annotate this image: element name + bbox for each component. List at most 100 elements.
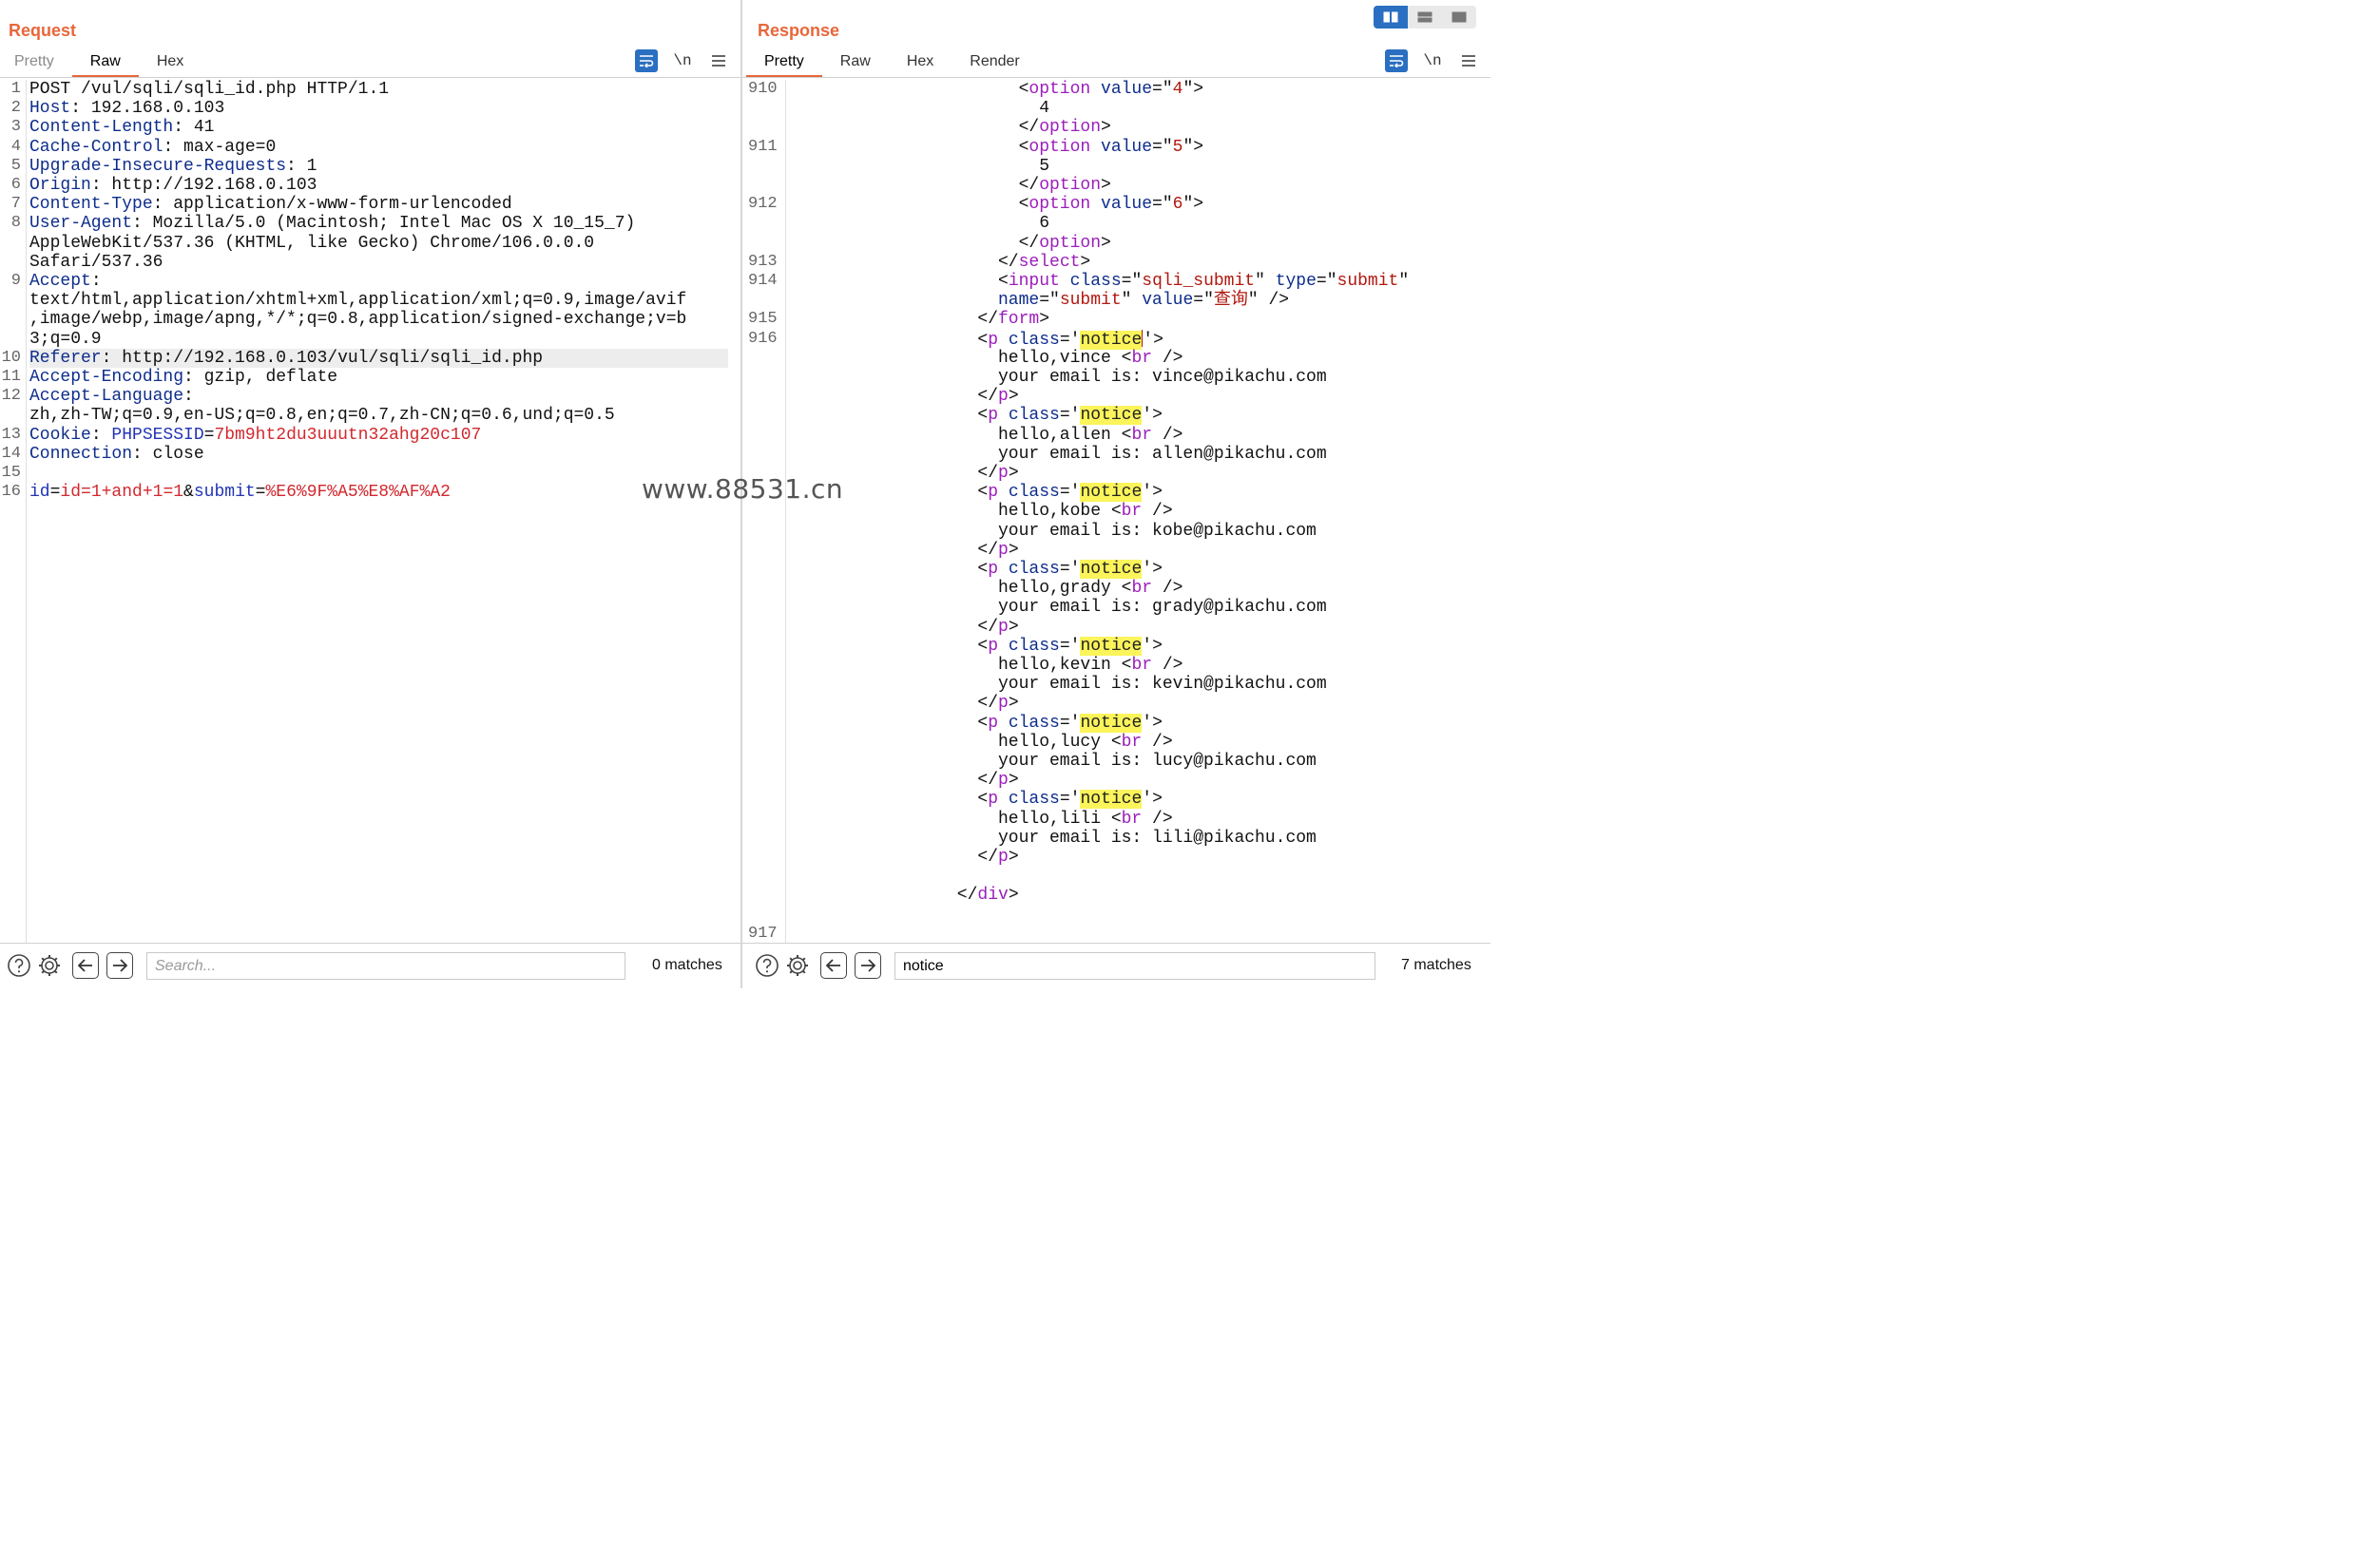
settings-gear-icon[interactable] (784, 952, 811, 979)
code-token: zh,zh-TW;q=0.9,en-US;q=0.8,en;q=0.7,zh-C… (29, 406, 615, 426)
code-token: input (1008, 272, 1060, 291)
code-token: =" (1152, 137, 1173, 157)
response-code[interactable]: <option value="4"> 4 </option> <option valu… (793, 80, 1479, 943)
response-toolbar: \n (1385, 49, 1480, 72)
stacked-layout-icon[interactable] (1408, 6, 1442, 29)
request-code[interactable]: POST /vul/sqli/sqli_id.php HTTP/1.1 Host:… (29, 80, 728, 943)
show-newlines-button[interactable]: \n (1421, 49, 1444, 72)
code-line: </p> (793, 694, 1479, 713)
search-previous-button[interactable] (72, 952, 99, 979)
code-line: ,image/webp,image/apng,*/*;q=0.8,applica… (29, 310, 728, 329)
help-icon[interactable] (6, 952, 32, 979)
code-token: '> (1142, 483, 1163, 503)
response-match-count: 7 matches (1401, 957, 1471, 973)
line-number: 16 (1, 483, 21, 502)
code-token: =" (1152, 195, 1173, 215)
code-token: sqli_submit (1142, 272, 1256, 291)
code-token: br (1131, 579, 1153, 599)
code-token: </ (977, 387, 998, 407)
response-editor[interactable]: 910911912913914915916917918 <option valu… (742, 80, 1490, 943)
line-number: 7 (10, 195, 21, 214)
tab-pretty[interactable]: Pretty (0, 48, 72, 77)
search-next-button[interactable] (106, 952, 133, 979)
code-token: name (998, 291, 1040, 311)
code-line: </p> (793, 771, 1479, 790)
code-token: 3;q=0.9 (29, 329, 102, 349)
search-previous-button[interactable] (820, 952, 847, 979)
request-pane: Request Pretty Raw Hex \n 1 2 3 4 5 6 7 8 9 10 11 12 1… (0, 0, 741, 988)
code-token: Host (29, 99, 71, 119)
line-number: 2 (10, 99, 21, 118)
code-line: 6 (793, 214, 1479, 233)
help-icon[interactable] (754, 952, 780, 979)
code-line: Cookie: PHPSESSID=7bm9ht2du3uuutn32ahg20… (29, 426, 728, 445)
word-wrap-icon[interactable] (635, 49, 658, 72)
single-pane-layout-icon[interactable] (1442, 6, 1476, 29)
line-number: 911 (748, 137, 778, 156)
code-token: </ (977, 848, 998, 867)
line-number: 916 (748, 329, 778, 348)
code-token: =' (1059, 406, 1081, 426)
code-line: </p> (793, 618, 1479, 637)
code-line: your email is: kevin@pikachu.com (793, 675, 1479, 694)
show-newlines-button[interactable]: \n (671, 49, 694, 72)
code-token: > (1008, 464, 1019, 483)
code-token: < (998, 272, 1009, 291)
code-line: <p class='notice'> (793, 483, 1479, 503)
code-token: =" (1152, 80, 1173, 99)
code-token: ,image/webp,image/apng,*/*;q=0.8,applica… (29, 310, 687, 330)
tab-hex[interactable]: Hex (139, 48, 202, 77)
code-token: class (1008, 406, 1060, 426)
word-wrap-icon[interactable] (1385, 49, 1408, 72)
code-token: > (1008, 886, 1019, 906)
code-token: "> (1182, 195, 1204, 215)
code-token: =" (1316, 272, 1337, 291)
request-search-input[interactable]: Search... (146, 952, 625, 980)
request-tabs: Pretty Raw Hex (0, 48, 202, 78)
code-token: = (203, 425, 215, 445)
tab-hex[interactable]: Hex (889, 48, 952, 77)
code-token: br (1121, 809, 1143, 829)
search-next-button[interactable] (855, 952, 881, 979)
code-token: =' (1059, 483, 1081, 503)
code-token: : Mozilla/5.0 (Macintosh; Intel Mac OS X… (132, 214, 636, 234)
code-token: < (1018, 195, 1029, 215)
code-token: Content-Length (29, 118, 174, 138)
line-number: 914 (748, 272, 778, 290)
tab-raw[interactable]: Raw (822, 48, 889, 77)
code-token: =' (1059, 636, 1081, 656)
code-token: = (49, 483, 61, 503)
line-number: 10 (1, 348, 21, 367)
code-token: 6 (1039, 214, 1049, 234)
settings-gear-icon[interactable] (36, 952, 63, 979)
hamburger-menu-icon[interactable] (1457, 49, 1480, 72)
code-token: 查询 (1213, 291, 1248, 311)
hamburger-menu-icon[interactable] (707, 49, 730, 72)
tab-pretty[interactable]: Pretty (746, 48, 822, 78)
code-line: <option value="5"> (793, 138, 1479, 157)
request-editor[interactable]: 1 2 3 4 5 6 7 8 9 10 11 12 13 14 15 16 POST /vul/sqli/s… (0, 80, 741, 943)
request-match-count: 0 matches (652, 957, 722, 973)
code-line: Content-Length: 41 (29, 118, 728, 137)
code-token: div (977, 886, 1009, 906)
code-token: " /> (1247, 291, 1290, 311)
code-token: </ (956, 886, 978, 906)
tab-render[interactable]: Render (952, 48, 1037, 77)
code-line: </option> (793, 118, 1479, 137)
code-token: " (1255, 272, 1276, 291)
code-token: p (988, 713, 999, 733)
code-token: p (988, 636, 999, 656)
code-line: hello,vince <br /> (793, 349, 1479, 368)
request-title: Request (9, 21, 77, 40)
side-by-side-layout-icon[interactable] (1374, 6, 1408, 29)
code-token: class (1069, 272, 1122, 291)
code-token: </ (977, 540, 998, 560)
code-line: Cache-Control: max-age=0 (29, 138, 728, 157)
tab-raw[interactable]: Raw (71, 48, 139, 78)
response-search-input[interactable]: notice (894, 952, 1375, 980)
